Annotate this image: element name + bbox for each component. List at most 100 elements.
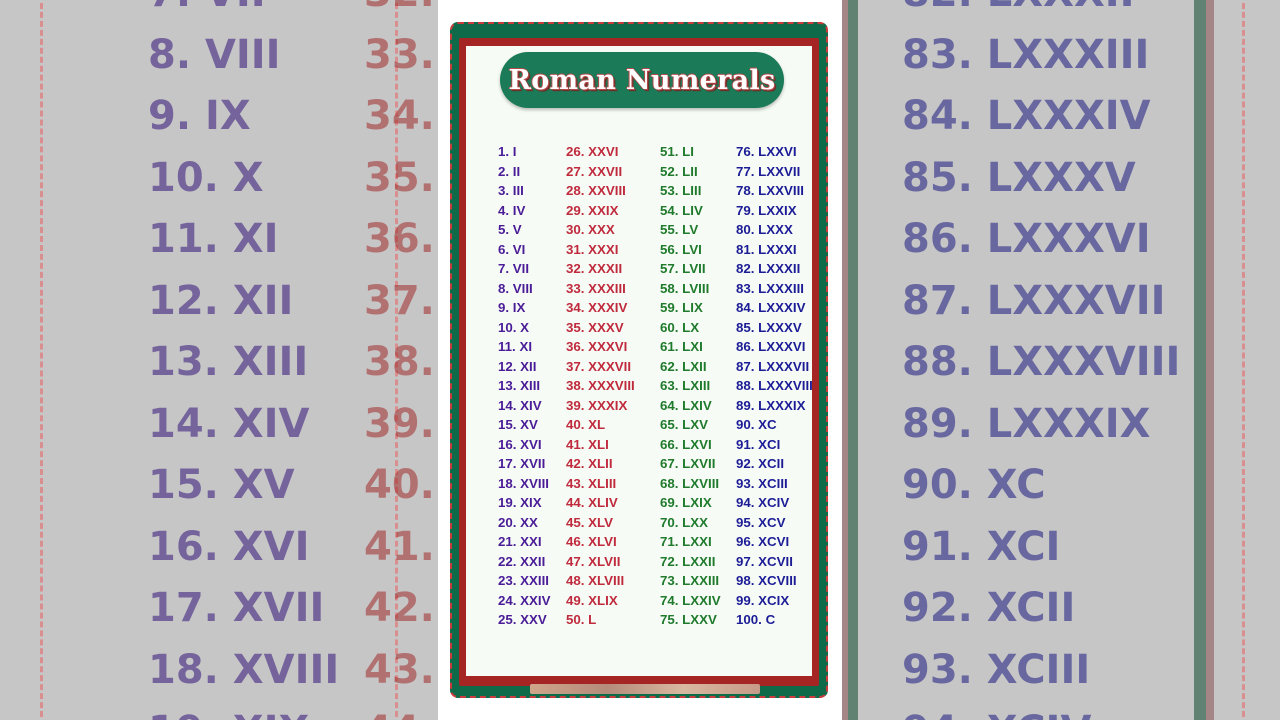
numeral-entry: 79. LXXIX — [736, 202, 797, 218]
roman-numerals-poster: Roman Numerals 1. I 2. II 3. III 4. IV 5. V 6… — [450, 22, 828, 698]
numeral-entry: 8. VIII — [498, 280, 533, 296]
numeral-entry: 43. XLIII — [566, 475, 617, 491]
numeral-entry: 61. LXI — [660, 339, 703, 354]
background-numeral: 13. XIII — [148, 339, 309, 385]
numeral-entry: 99. XCIX — [736, 592, 790, 608]
numeral-entry: 41. XLI — [566, 436, 609, 452]
numeral-entry: 20. XX — [498, 514, 538, 530]
background-numeral: 36. — [364, 216, 435, 262]
background-numeral: 37. — [364, 277, 435, 324]
background-numeral: 82. LXXXII — [902, 0, 1135, 13]
numeral-entry: 64. LXIV — [660, 397, 712, 413]
title-banner: Roman Numerals — [500, 52, 784, 108]
numeral-entry: 54. LIV — [660, 202, 703, 218]
numeral-entry: 91. XCI — [736, 436, 781, 452]
background-numeral: 9. IX — [148, 93, 251, 139]
numeral-entry: 28. XXVIII — [566, 183, 626, 198]
numeral-entry: 92. XCII — [736, 456, 785, 471]
numeral-entry: 37. XXXVII — [566, 358, 632, 374]
numeral-entry: 18. XVIII — [498, 475, 549, 491]
numeral-entry: 97. XCVII — [736, 553, 793, 569]
numeral-entry: 17. XVII — [498, 456, 546, 471]
background-numeral: 89. LXXXIX — [902, 400, 1151, 447]
numeral-entry: 59. LIX — [660, 300, 703, 315]
numeral-entry: 58. LVIII — [660, 280, 710, 296]
poster-container: Roman Numerals 1. I 2. II 3. III 4. IV 5. V 6… — [438, 0, 842, 720]
background-numeral: 39. — [364, 400, 435, 447]
numeral-column-4: 76. LXXVI 77. LXXVII 78. LXXVIII 79. LXXIX 8… — [736, 142, 813, 630]
numeral-entry: 86. LXXXVI — [736, 339, 806, 354]
numeral-entry: 74. LXXIV — [660, 592, 721, 608]
numeral-entry: 77. LXXVII — [736, 163, 801, 179]
numeral-column-2: 26. XXVI 27. XXVII 28. XXVIII 29. XXIX 30. X… — [566, 142, 635, 630]
numeral-entry: 94. XCIV — [736, 495, 790, 510]
background-numeral: 10. X — [148, 154, 264, 201]
background-numeral: 92. XCII — [902, 585, 1076, 631]
numeral-entry: 11. XI — [498, 339, 533, 354]
numeral-entry: 60. LX — [660, 319, 700, 335]
background-numeral: 12. XII — [148, 277, 294, 324]
numeral-entry: 9. IX — [498, 300, 526, 315]
numeral-entry: 30. XXX — [566, 222, 615, 237]
numeral-entry: 5. V — [498, 222, 522, 237]
numeral-entry: 44. XLIV — [566, 495, 618, 510]
background-numeral: 90. XC — [902, 462, 1046, 508]
background-numeral: 32. — [364, 0, 435, 13]
background-numeral: 41. — [364, 523, 435, 570]
background-numeral: 18. XVIII — [148, 646, 340, 693]
numeral-entry: 73. LXXIII — [660, 573, 720, 588]
numeral-entry: 35. XXXV — [566, 319, 624, 335]
background-numeral: 93. XCIII — [902, 646, 1091, 693]
numeral-entry: 45. XLV — [566, 514, 614, 530]
numeral-entry: 29. XXIX — [566, 202, 619, 218]
numeral-entry: 14. XIV — [498, 397, 542, 413]
background-numeral: 19. XIX — [148, 711, 309, 720]
numeral-entry: 52. LII — [660, 163, 698, 179]
numeral-entry: 22. XXII — [498, 553, 546, 569]
numeral-entry: 53. LIII — [660, 183, 702, 198]
numeral-entry: 3. III — [498, 183, 524, 198]
background-numeral: 16. XVI — [148, 523, 310, 570]
background-numeral: 43. — [364, 646, 435, 693]
numeral-entry: 71. LXXI — [660, 534, 712, 549]
numeral-entry: 88. LXXXVIII — [736, 378, 813, 393]
background-numeral: 83. LXXXIII — [902, 31, 1150, 78]
numeral-entry: 4. IV — [498, 202, 526, 218]
background-numeral: 15. XV — [148, 462, 295, 508]
numeral-entry: 76. LXXVI — [736, 144, 797, 159]
numeral-entry: 51. LI — [660, 144, 694, 159]
background-numeral: 34. — [364, 93, 435, 139]
background-numeral: 7. VII — [148, 0, 266, 13]
numeral-entry: 95. XCV — [736, 514, 786, 530]
numeral-entry: 67. LXVII — [660, 456, 716, 471]
background-numeral: 42. — [364, 585, 435, 631]
numeral-entry: 57. LVII — [660, 261, 706, 276]
background-numeral: 44. — [364, 711, 435, 720]
numeral-entry: 32. XXXII — [566, 261, 623, 276]
numeral-entry: 83. LXXXIII — [736, 280, 804, 296]
numeral-entry: 75. LXXV — [660, 612, 717, 627]
numeral-column-1: 1. I 2. II 3. III 4. IV 5. V 6. VI 7. VII 8. VI… — [498, 142, 550, 630]
numeral-entry: 65. LXV — [660, 417, 709, 432]
numeral-entry: 25. XXV — [498, 612, 547, 627]
background-numeral: 88. LXXXVIII — [902, 339, 1181, 385]
numeral-entry: 19. XIX — [498, 495, 542, 510]
numeral-entry: 84. LXXXIV — [736, 300, 806, 315]
numeral-entry: 27. XXVII — [566, 163, 623, 179]
numeral-entry: 16. XVI — [498, 436, 542, 452]
background-numeral: 8. VIII — [148, 31, 281, 78]
numeral-entry: 34. XXXIV — [566, 300, 628, 315]
numeral-entry: 49. XLIX — [566, 592, 618, 608]
background-numeral: 86. LXXXVI — [902, 216, 1151, 262]
numeral-entry: 93. XCIII — [736, 475, 788, 491]
numeral-entry: 2. II — [498, 163, 521, 179]
numeral-entry: 89. LXXXIX — [736, 397, 806, 413]
numeral-entry: 56. LVI — [660, 241, 702, 257]
background-numeral: 11. XI — [148, 216, 279, 262]
numeral-entry: 55. LV — [660, 222, 699, 237]
background-numeral: 91. XCI — [902, 523, 1061, 570]
numeral-entry: 36. XXXVI — [566, 339, 628, 354]
numeral-entry: 63. LXIII — [660, 378, 711, 393]
background-numeral: 84. LXXXIV — [902, 93, 1151, 139]
numeral-entry: 12. XII — [498, 358, 537, 374]
